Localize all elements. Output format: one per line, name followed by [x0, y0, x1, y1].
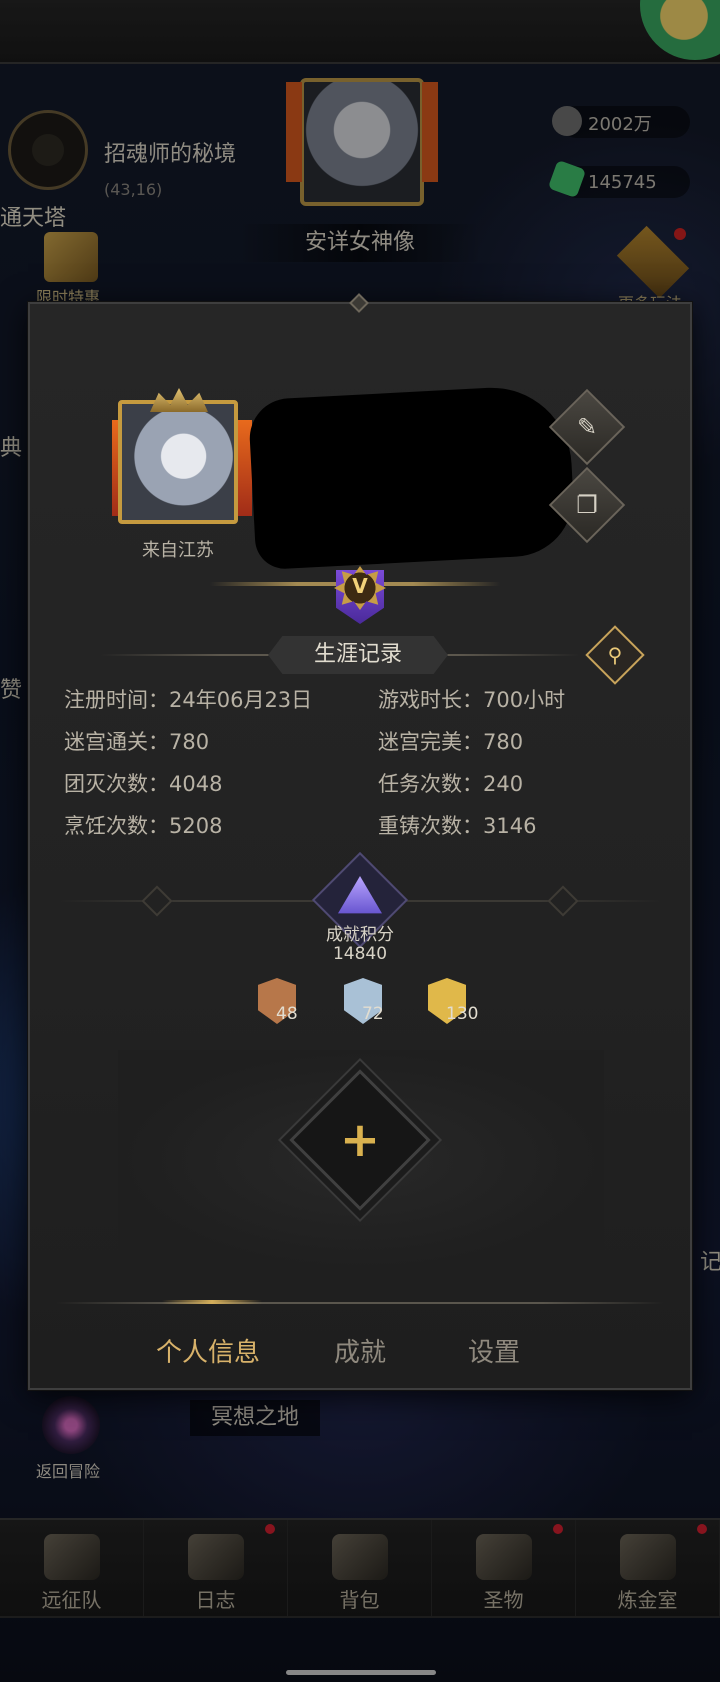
career-record-title: 生涯记录 — [268, 636, 448, 674]
stat-quest-count: 任务次数：240 — [378, 772, 524, 796]
achievement-label: 成就积分 — [326, 925, 394, 945]
stat-play-time: 游戏时长：700小时 — [378, 688, 566, 712]
stat-maze-clear: 迷宫通关：780 — [64, 730, 210, 754]
silver-medal-count: 72 — [362, 1004, 384, 1024]
career-stats: 注册时间：24年06月23日 游戏时长：700小时 迷宫通关：780 迷宫完美：… — [64, 688, 624, 838]
stat-wipe-count: 团灭次数：4048 — [64, 772, 223, 796]
achievement-score-value: 14840 — [332, 944, 388, 964]
stat-maze-perfect: 迷宫完美：780 — [378, 730, 524, 754]
bronze-medal-count: 48 — [276, 1004, 298, 1024]
vip-letter: V — [352, 574, 368, 598]
copy-icon: ❐ — [576, 491, 598, 519]
player-origin: 来自江苏 — [142, 540, 214, 561]
plus-icon[interactable]: + — [310, 1110, 410, 1170]
magnifier-icon: ⚲ — [607, 643, 623, 667]
stat-register-time: 注册时间：24年06月23日 — [64, 688, 313, 712]
tab-achievements[interactable]: 成就 — [334, 1332, 386, 1369]
quill-icon: ✎ — [576, 413, 598, 441]
tab-settings[interactable]: 设置 — [468, 1332, 520, 1369]
achievement-score: 成就积分 14840 — [300, 926, 420, 964]
active-tab-indicator — [162, 1300, 262, 1304]
redacted-player-info — [247, 383, 577, 571]
stat-cooking-count: 烹饪次数：5208 — [64, 814, 223, 838]
stat-reforge-count: 重铸次数：3146 — [378, 814, 537, 838]
tab-divider — [56, 1302, 664, 1304]
tab-personal-info[interactable]: 个人信息 — [156, 1332, 260, 1369]
gold-medal-count: 130 — [446, 1004, 479, 1024]
player-avatar[interactable] — [118, 400, 238, 524]
